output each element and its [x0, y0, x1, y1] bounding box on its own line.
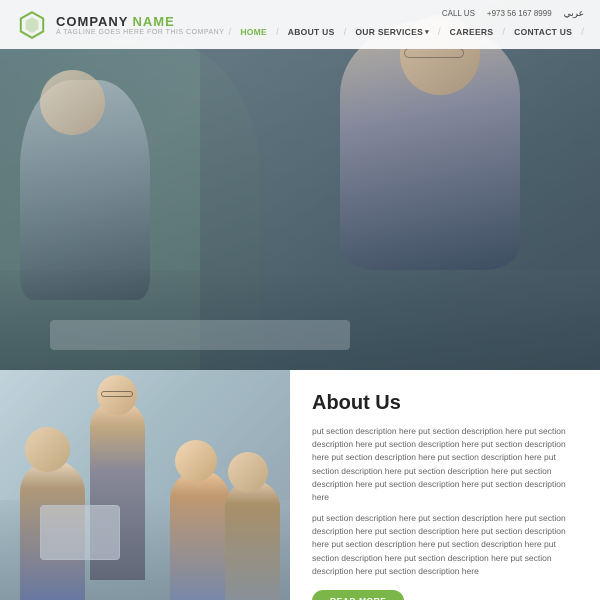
logo-area: COMPANY NAME A TAGLINE GOES HERE FOR THI…: [16, 9, 224, 41]
services-arrow: ▾: [425, 28, 429, 36]
nav-home[interactable]: HOME: [233, 23, 274, 41]
read-more-button[interactable]: READ MORE: [312, 590, 404, 600]
logo-text: COMPANY NAME A TAGLINE GOES HERE FOR THI…: [56, 14, 224, 36]
nav-services[interactable]: OUR SERVICES ▾: [348, 23, 436, 41]
about-image: [0, 370, 290, 600]
seated-person-2: [170, 470, 230, 600]
meeting-tablet: [40, 505, 120, 560]
main-nav: / HOME / ABOUT US / OUR SERVICES ▾ / CAR…: [229, 23, 584, 41]
seated-person-3: [225, 480, 280, 600]
hero-table-surface: [50, 320, 350, 350]
phone-number[interactable]: +973 56 167 8999: [487, 9, 552, 18]
about-title: About Us: [312, 392, 580, 415]
about-paragraph-1: put section description here put section…: [312, 425, 580, 504]
logo-name: NAME: [132, 14, 174, 29]
hero-background: [0, 0, 600, 370]
top-bar: CALL US +973 56 167 8999 عربي: [442, 8, 584, 19]
nav-about[interactable]: ABOUT US: [281, 23, 342, 41]
logo-tagline: A TAGLINE GOES HERE FOR THIS COMPANY: [56, 29, 224, 36]
call-label: CALL US: [442, 9, 475, 18]
hero-section: [0, 0, 600, 370]
site-header: COMPANY NAME A TAGLINE GOES HERE FOR THI…: [0, 0, 600, 49]
hero-head-left: [40, 70, 105, 135]
seated-head-1: [25, 427, 70, 472]
logo-company: COMPANY: [56, 14, 128, 29]
arabic-link[interactable]: عربي: [564, 8, 584, 19]
nav-careers[interactable]: CAREERS: [443, 23, 501, 41]
standing-glasses: [101, 391, 133, 397]
about-paragraph-2: put section description here put section…: [312, 512, 580, 578]
about-content: About Us put section description here pu…: [290, 370, 600, 600]
seated-head-2: [175, 440, 217, 482]
about-section: About Us put section description here pu…: [0, 370, 600, 600]
header-right: CALL US +973 56 167 8999 عربي / HOME / A…: [229, 8, 584, 41]
logo-icon: [16, 9, 48, 41]
seated-head-3: [228, 452, 268, 492]
meeting-scene: [0, 370, 290, 600]
nav-contact[interactable]: CONTACT US: [507, 23, 579, 41]
hero-glasses: [404, 48, 464, 58]
